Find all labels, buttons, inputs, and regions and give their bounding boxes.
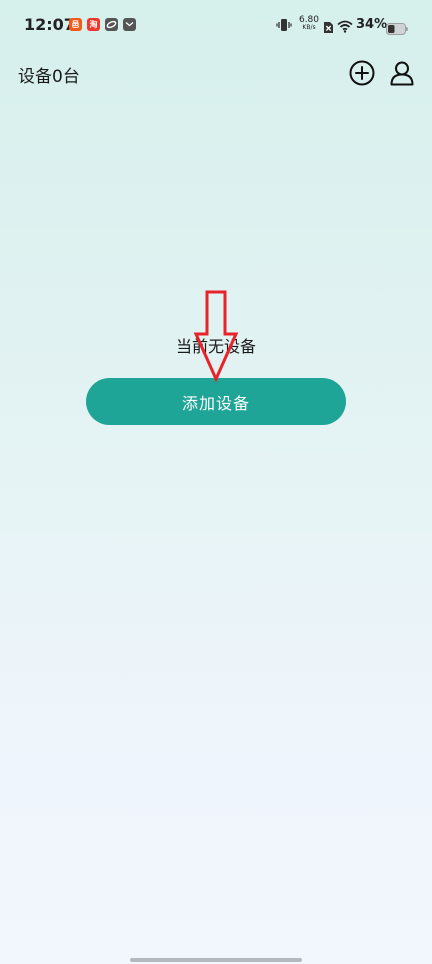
link-app-icon [105, 18, 118, 31]
device-count-title: 设备0台 [18, 67, 80, 87]
plus-circle-icon [349, 60, 375, 86]
no-sim-icon [323, 19, 334, 38]
profile-button[interactable] [387, 58, 417, 88]
add-button[interactable] [347, 58, 377, 88]
vibrate-icon [276, 17, 292, 36]
home-indicator[interactable] [130, 958, 302, 962]
app-icon-orange: 邑 [69, 18, 82, 31]
user-icon [390, 61, 414, 86]
status-time: 12:07 [24, 15, 75, 34]
message-app-icon [123, 18, 136, 31]
network-speed: 6.80 KB/s [298, 15, 320, 32]
wifi-icon [337, 18, 353, 37]
battery-percent: 34% [356, 17, 388, 32]
battery-icon [386, 20, 408, 39]
down-arrow-annotation-icon [193, 290, 239, 386]
app-icon-taobao: 淘 [87, 18, 100, 31]
notification-icons: 邑 淘 [69, 18, 136, 31]
status-bar: 12:07 邑 淘 6.80 KB/s 34% [0, 0, 432, 50]
